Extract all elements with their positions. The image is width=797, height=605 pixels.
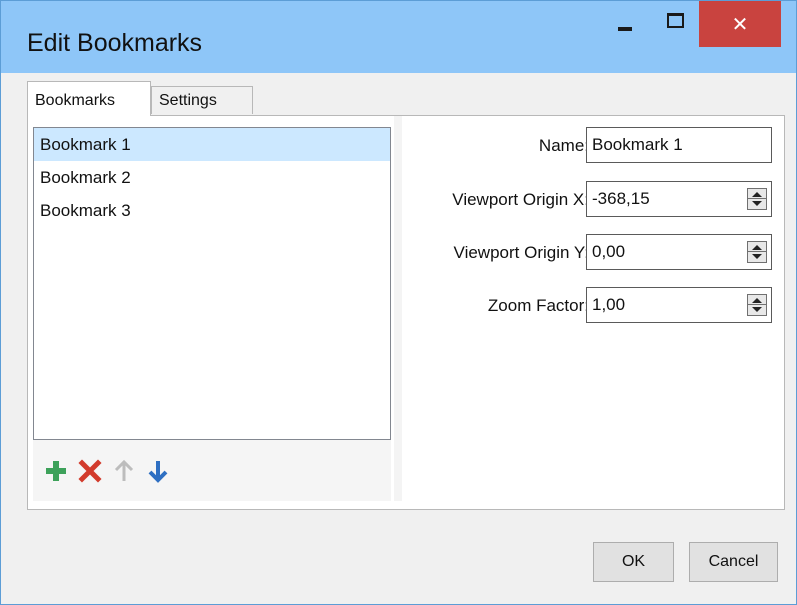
- list-item[interactable]: Bookmark 1: [34, 128, 390, 161]
- zoom-field[interactable]: 1,00: [586, 287, 772, 323]
- spin-down-icon[interactable]: [752, 307, 762, 312]
- name-value: Bookmark 1: [592, 135, 683, 154]
- tab-settings[interactable]: Settings: [151, 86, 253, 114]
- delete-icon: [78, 458, 102, 483]
- origin-y-spinner[interactable]: [747, 241, 767, 263]
- zoom-value: 1,00: [592, 295, 626, 314]
- origin-x-label: Viewport Origin X:: [452, 190, 589, 209]
- close-button[interactable]: ✕: [699, 1, 781, 47]
- bookmark-list[interactable]: Bookmark 1 Bookmark 2 Bookmark 3: [33, 127, 391, 440]
- origin-x-field[interactable]: -368,15: [586, 181, 772, 217]
- dialog-client-area: Bookmarks Settings Bookmark 1 Bookmark 2…: [10, 73, 789, 597]
- list-item[interactable]: Bookmark 3: [34, 194, 390, 227]
- spin-down-icon[interactable]: [752, 254, 762, 259]
- spin-up-icon[interactable]: [752, 298, 762, 303]
- move-down-button[interactable]: [145, 458, 171, 484]
- origin-y-value: 0,00: [592, 242, 626, 261]
- minimize-button[interactable]: [605, 1, 645, 45]
- origin-x-value: -368,15: [592, 189, 650, 208]
- ok-button[interactable]: OK: [593, 542, 674, 582]
- maximize-button[interactable]: [655, 1, 695, 45]
- move-up-icon: [114, 459, 134, 481]
- add-icon: [46, 460, 66, 481]
- move-down-icon: [148, 460, 168, 483]
- splitter[interactable]: [394, 116, 402, 501]
- list-item[interactable]: Bookmark 2: [34, 161, 390, 194]
- window-title: Edit Bookmarks: [27, 29, 203, 57]
- tab-bookmarks[interactable]: Bookmarks: [27, 81, 151, 116]
- origin-y-label: Viewport Origin Y:: [453, 243, 589, 262]
- origin-y-field[interactable]: 0,00: [586, 234, 772, 270]
- name-field[interactable]: Bookmark 1: [586, 127, 772, 163]
- zoom-label: Zoom Factor:: [487, 296, 589, 315]
- close-icon: ✕: [731, 13, 749, 36]
- edit-bookmarks-dialog: Edit Bookmarks ✕ Bookmarks Settings Book…: [0, 0, 797, 605]
- name-label: Name:: [538, 136, 589, 155]
- spin-up-icon[interactable]: [752, 192, 762, 197]
- cancel-button[interactable]: Cancel: [689, 542, 778, 582]
- spin-down-icon[interactable]: [752, 201, 762, 206]
- minimize-icon: [618, 27, 632, 31]
- origin-x-spinner[interactable]: [747, 188, 767, 210]
- bookmark-list-toolbar: [33, 440, 391, 501]
- zoom-spinner[interactable]: [747, 294, 767, 316]
- delete-bookmark-button[interactable]: [77, 458, 103, 484]
- add-bookmark-button[interactable]: [43, 458, 69, 484]
- spin-up-icon[interactable]: [752, 245, 762, 250]
- maximize-icon: [666, 12, 684, 28]
- move-up-button[interactable]: [111, 458, 137, 484]
- title-bar[interactable]: Edit Bookmarks ✕: [1, 1, 796, 73]
